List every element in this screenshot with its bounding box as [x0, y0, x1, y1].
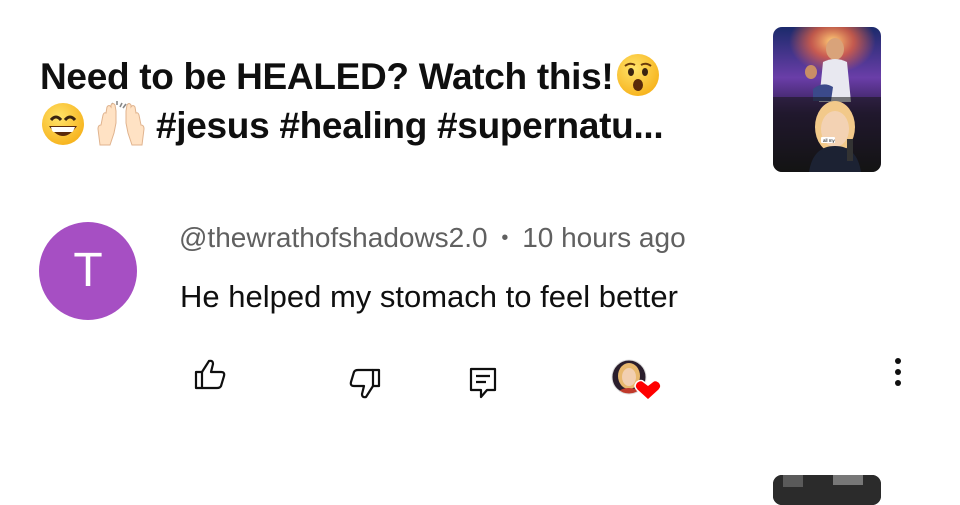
more-vertical-icon[interactable]	[885, 356, 911, 390]
avatar[interactable]: T	[39, 222, 137, 320]
avatar-letter: T	[73, 244, 103, 297]
thumbs-up-icon[interactable]	[194, 358, 228, 390]
creator-heart-icon	[611, 359, 662, 402]
thumbs-down-icon[interactable]	[347, 368, 381, 400]
video-title[interactable]: Need to be HEALED? Watch this! #jesus #h…	[40, 52, 740, 150]
next-video-thumbnail[interactable]	[773, 475, 881, 505]
astonished-face-icon	[617, 54, 660, 96]
grinning-face-icon	[42, 103, 84, 145]
raising-hands-icon	[97, 101, 145, 146]
comment-author[interactable]: @thewrathofshadows2.0	[179, 222, 488, 253]
video-title-text: Need to be HEALED? Watch this!	[40, 56, 614, 97]
video-thumbnail[interactable]: all my	[773, 27, 881, 172]
reply-icon[interactable]	[468, 366, 498, 400]
comment-text: He helped my stomach to feel better	[180, 279, 678, 314]
thumbnail-caption: all my	[823, 138, 836, 143]
video-hashtags: #jesus #healing #supernatu...	[155, 105, 664, 146]
comment-meta: @thewrathofshadows2.0 • 10 hours ago	[179, 222, 686, 254]
meta-separator: •	[501, 227, 509, 249]
comment-time: 10 hours ago	[522, 222, 686, 253]
